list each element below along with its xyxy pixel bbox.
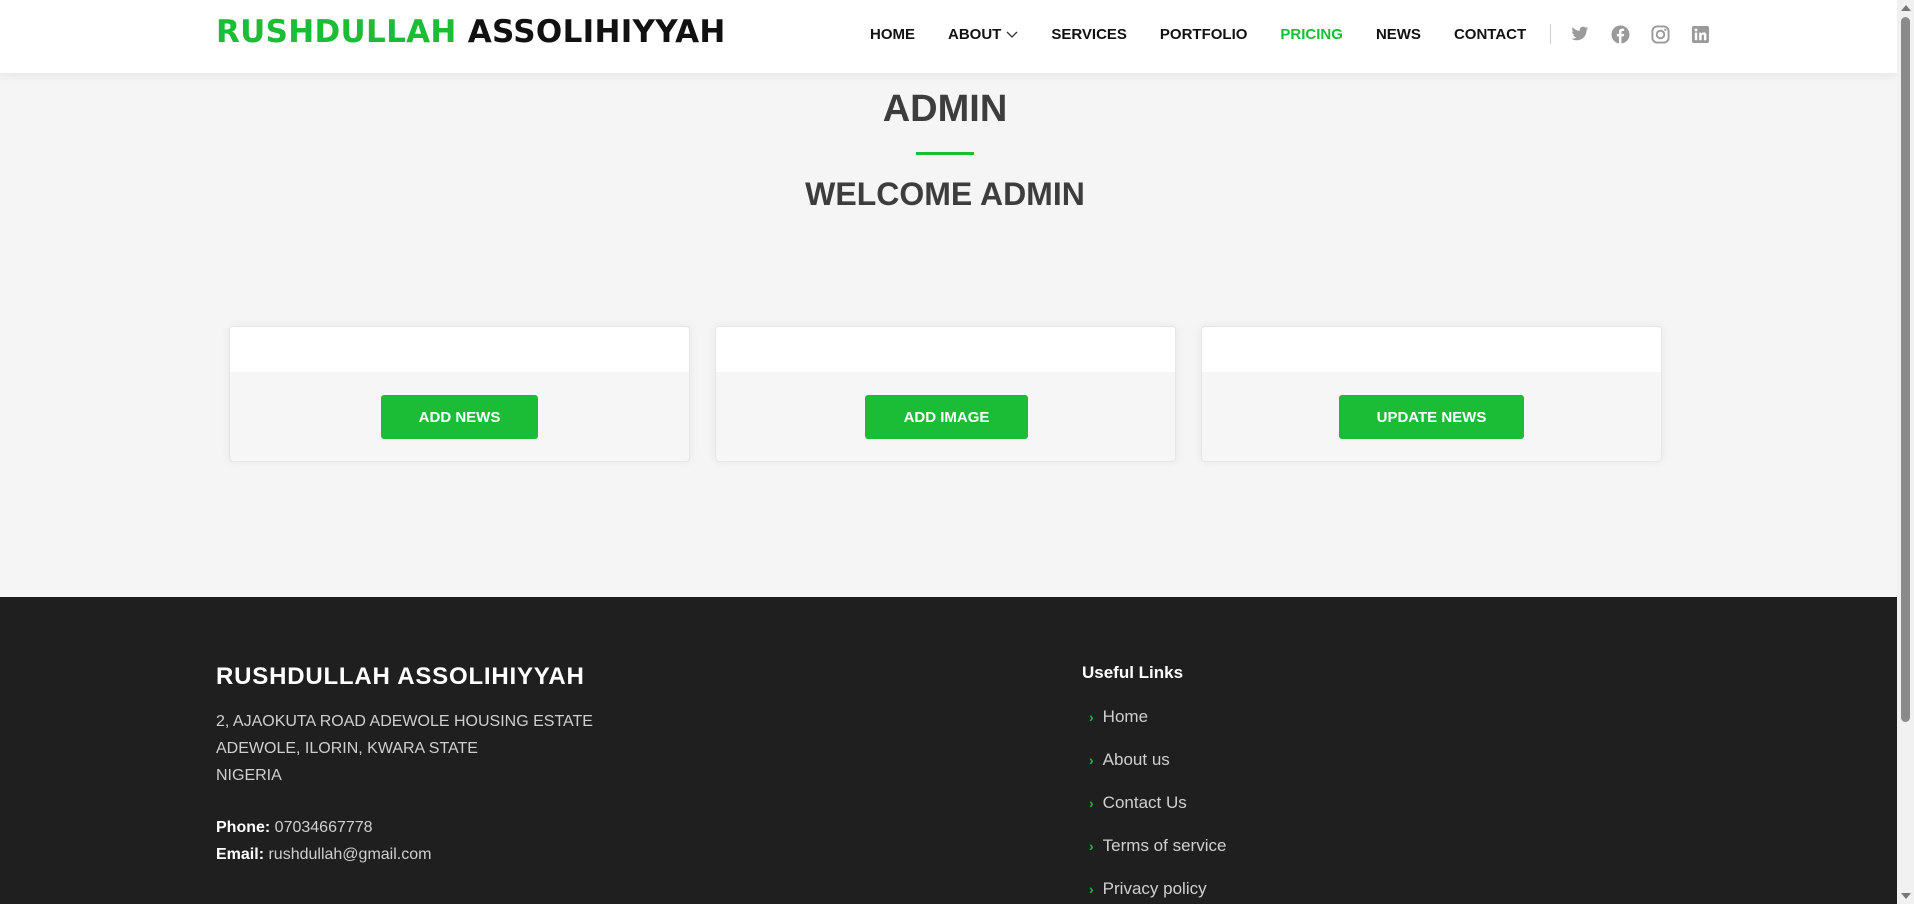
page-title: ADMIN: [882, 88, 1008, 130]
facebook-icon[interactable]: [1610, 24, 1630, 44]
footer-link-label: Home: [1102, 706, 1149, 726]
footer-brand: RUSHDULLAH ASSOLIHIYYAH: [216, 663, 585, 690]
card-header: [230, 327, 689, 372]
card-header: [716, 327, 1175, 372]
chevron-right-icon: ›: [1089, 708, 1094, 725]
phone-label: Phone:: [216, 819, 271, 836]
nav-services[interactable]: SERVICES: [1051, 26, 1127, 43]
nav-contact[interactable]: CONTACT: [1454, 26, 1526, 43]
social-links: [1570, 24, 1730, 44]
nav-contact-label: CONTACT: [1453, 25, 1527, 43]
footer-phone: Phone: 07034667778: [216, 814, 431, 841]
welcome-heading: WELCOME ADMIN: [805, 176, 1085, 212]
nav-services-label: SERVICES: [1051, 25, 1127, 43]
nav-home-label: HOME: [870, 25, 915, 43]
footer-link-contact[interactable]: › Contact Us: [1082, 781, 1226, 824]
useful-links-list: › Home › About us › Contact Us › Terms of se…: [1082, 695, 1226, 904]
site-logo[interactable]: RUSHDULLAH ASSOLIHIYYAH: [216, 14, 726, 50]
useful-links-title: Useful Links: [1082, 663, 1184, 682]
footer-link-home[interactable]: › Home: [1082, 695, 1226, 738]
footer-link-label: About us: [1102, 749, 1170, 769]
footer-contact: Phone: 07034667778 Email: rushdullah@gma…: [216, 814, 431, 868]
nav-pricing[interactable]: PRICING: [1280, 26, 1343, 43]
address-line: NIGERIA: [216, 767, 282, 784]
nav-about[interactable]: ABOUT: [948, 26, 1018, 43]
scroll-down-arrow[interactable]: [1901, 893, 1911, 899]
footer-link-terms[interactable]: › Terms of service: [1082, 824, 1226, 867]
chevron-right-icon: ›: [1089, 751, 1094, 768]
nav-portfolio-label: PORTFOLIO: [1159, 25, 1248, 43]
footer-email: Email: rushdullah@gmail.com: [216, 841, 431, 868]
logo-secondary: ASSOLIHIYYAH: [467, 14, 726, 50]
footer-link-about[interactable]: › About us: [1082, 738, 1226, 781]
chevron-right-icon: ›: [1089, 837, 1094, 854]
nav-pricing-label: PRICING: [1280, 25, 1343, 43]
footer-link-privacy[interactable]: › Privacy policy: [1082, 867, 1226, 904]
linkedin-icon[interactable]: [1690, 24, 1710, 44]
nav-about-label: ABOUT: [948, 25, 1002, 43]
chevron-right-icon: ›: [1089, 794, 1094, 811]
nav-divider: [1550, 24, 1552, 44]
twitter-icon[interactable]: [1570, 24, 1590, 44]
footer-link-label: Privacy policy: [1102, 878, 1207, 898]
footer-link-label: Terms of service: [1102, 835, 1227, 855]
chevron-down-icon: [1006, 31, 1018, 38]
title-underline: [916, 152, 974, 155]
main-nav: HOME ABOUT SERVICES PORTFOLIO PRICING NE…: [870, 0, 1730, 68]
footer-link-label: Contact Us: [1102, 792, 1187, 812]
update-news-button[interactable]: UPDATE NEWS: [1339, 395, 1524, 439]
phone-value: 07034667778: [274, 819, 373, 836]
add-news-button[interactable]: ADD NEWS: [381, 395, 538, 439]
admin-card-update-news: UPDATE NEWS: [1201, 326, 1662, 462]
instagram-icon[interactable]: [1650, 24, 1670, 44]
address-line: 2, AJAOKUTA ROAD ADEWOLE HOUSING ESTATE: [216, 713, 593, 730]
nav-news-label: NEWS: [1375, 25, 1421, 43]
chevron-right-icon: ›: [1089, 880, 1094, 897]
scrollbar-thumb[interactable]: [1901, 17, 1910, 722]
card-header: [1202, 327, 1661, 372]
site-footer: RUSHDULLAH ASSOLIHIYYAH 2, AJAOKUTA ROAD…: [0, 597, 1897, 904]
scroll-up-arrow[interactable]: [1901, 5, 1911, 11]
admin-card-add-image: ADD IMAGE: [715, 326, 1176, 462]
email-label: Email:: [216, 846, 265, 863]
add-image-button[interactable]: ADD IMAGE: [865, 395, 1028, 439]
page-scrollbar[interactable]: [1897, 0, 1914, 904]
nav-home[interactable]: HOME: [870, 26, 915, 43]
nav-portfolio[interactable]: PORTFOLIO: [1160, 26, 1248, 43]
site-header: RUSHDULLAH ASSOLIHIYYAH HOME ABOUT SERVI…: [0, 0, 1897, 73]
admin-card-add-news: ADD NEWS: [229, 326, 690, 462]
nav-news[interactable]: NEWS: [1376, 26, 1421, 43]
email-value: rushdullah@gmail.com: [268, 846, 432, 863]
logo-primary: RUSHDULLAH: [216, 14, 457, 50]
footer-address: 2, AJAOKUTA ROAD ADEWOLE HOUSING ESTATE …: [216, 708, 593, 789]
address-line: ADEWOLE, ILORIN, KWARA STATE: [216, 740, 478, 757]
